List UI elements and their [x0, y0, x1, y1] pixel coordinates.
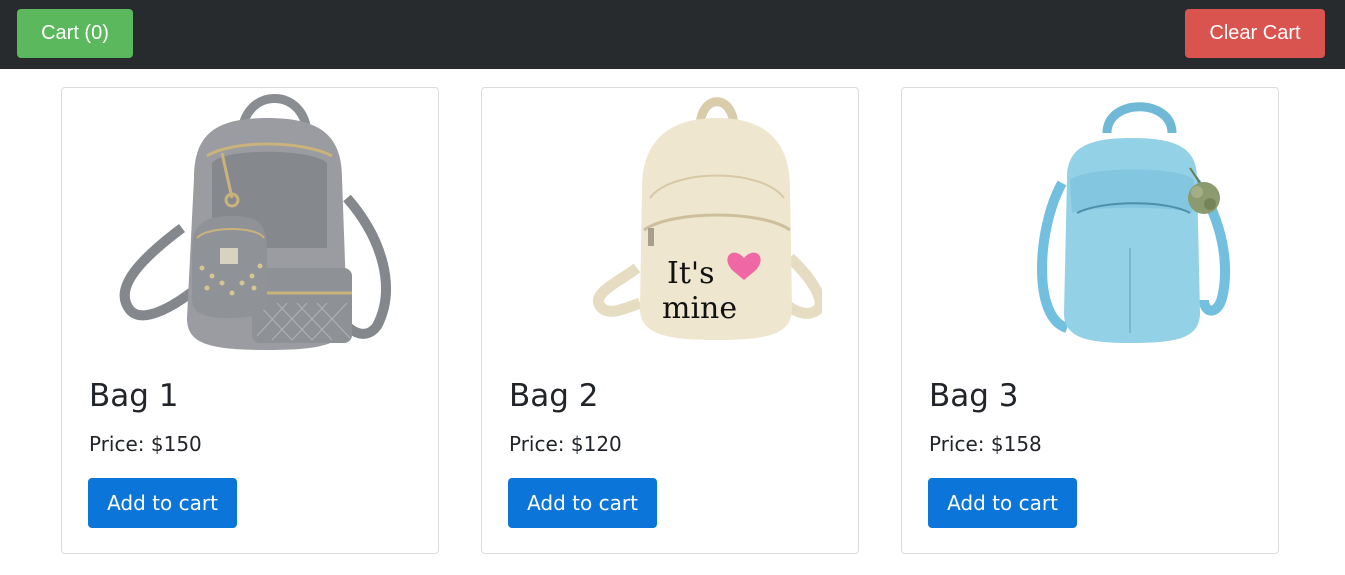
product-title: Bag 2	[509, 378, 599, 414]
backpack-print-text-line1: It's	[667, 256, 715, 291]
backpack-print-text-line2: mine	[662, 291, 737, 326]
add-to-cart-button[interactable]: Add to cart	[928, 478, 1077, 528]
beige-backpack-image: It's mine	[593, 97, 822, 340]
cart-button[interactable]: Cart (0)	[17, 9, 133, 58]
add-to-cart-button[interactable]: Add to cart	[508, 478, 657, 528]
light-blue-backpack-image	[1037, 102, 1230, 343]
clear-cart-button[interactable]: Clear Cart	[1185, 9, 1325, 58]
product-price: Price: $158	[929, 432, 1042, 456]
product-title: Bag 1	[89, 378, 179, 414]
product-title: Bag 3	[929, 378, 1019, 414]
product-price: Price: $150	[89, 432, 202, 456]
add-to-cart-button[interactable]: Add to cart	[88, 478, 237, 528]
navbar: Cart (0) Clear Cart	[0, 0, 1345, 69]
product-card: Bag 1 Price: $150 Add to cart	[61, 87, 439, 554]
product-price: Price: $120	[509, 432, 622, 456]
product-card: Bag 3 Price: $158 Add to cart	[901, 87, 1279, 554]
product-card: It's mine Bag 2 Price: $120 Add to cart	[481, 87, 859, 554]
grey-backpack-image	[119, 94, 391, 350]
